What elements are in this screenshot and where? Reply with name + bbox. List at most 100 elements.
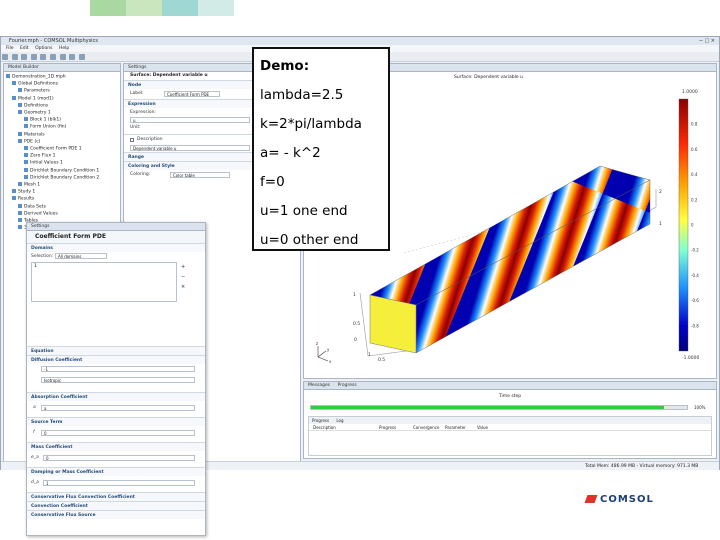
tab-log[interactable]: Log [333, 418, 346, 423]
description-input[interactable]: Dependent variable u [130, 145, 250, 151]
tree-item[interactable]: Block 1 (blk1) [6, 117, 120, 124]
colorbar-max-label: 1.0000 [682, 89, 698, 95]
section-convection[interactable]: Convection Coefficient [27, 501, 205, 510]
column-header: Value [477, 425, 488, 430]
section-absorption[interactable]: Absorption Coefficient [27, 392, 205, 401]
tree-item-label: Study 1 [18, 189, 36, 195]
section-conservative-flux-convection[interactable]: Conservative Flux Convection Coefficient [27, 492, 205, 501]
tree-item[interactable]: Parameters [6, 88, 120, 95]
window-controls-icon[interactable]: − □ × [699, 37, 715, 45]
tree-item[interactable]: Initial Values 1 [6, 160, 120, 167]
tree-item-label: Geometry 1 [24, 110, 51, 116]
tab-progress[interactable]: Progress [338, 383, 357, 388]
colorbar-tick-label: 0.2 [691, 197, 698, 202]
tree-node-icon [12, 95, 16, 100]
tick-label: 0 [354, 337, 357, 343]
tab-messages[interactable]: Messages [308, 383, 330, 388]
expression-input[interactable]: u [130, 117, 250, 123]
tree-item[interactable]: Data Sets [6, 203, 120, 211]
bbox-line [359, 292, 369, 357]
mass-row: e_a 0 [27, 451, 205, 467]
label-input[interactable]: Coefficient Form PDE [164, 91, 220, 97]
tree-node-icon [18, 203, 22, 208]
menu-edit[interactable]: Edit [20, 46, 29, 51]
section-source[interactable]: Source Term [27, 417, 205, 426]
open-file-icon[interactable] [11, 54, 18, 60]
geometry-icon[interactable] [49, 54, 56, 60]
save-icon[interactable] [21, 54, 28, 60]
pde-settings-window: Settings Coefficient Form PDE Domains Se… [26, 222, 206, 536]
new-file-icon[interactable] [2, 54, 8, 60]
remove-selection-icon[interactable]: − [181, 274, 185, 280]
tree-item[interactable]: Dirichlet Boundary Condition 2 [6, 174, 120, 182]
colorbar-ticks: 0.8 0.6 0.4 0.2 0 -0.2 -0.4 -0.6 -0.8 [691, 122, 699, 329]
colorbar-tick-label: -0.4 [691, 273, 699, 278]
tree-item-label: Materials [24, 132, 45, 138]
tree-item[interactable]: Materials [6, 131, 120, 139]
tree-node-icon [12, 189, 16, 194]
section-mass[interactable]: Mass Coefficient [27, 442, 205, 451]
colorbar [678, 98, 689, 352]
tree-node-icon [24, 124, 28, 129]
source-input[interactable]: 0 [41, 430, 195, 436]
domain-list-item[interactable]: 1 [32, 264, 37, 269]
diffusion-type-select[interactable]: Isotropic [41, 377, 195, 383]
tree-item-label: Form Union (fin) [30, 124, 67, 130]
absorption-input[interactable]: a [41, 405, 195, 411]
undo-icon[interactable] [30, 54, 37, 60]
tree-item[interactable]: Study 1 [6, 189, 120, 196]
plot-icon[interactable] [78, 54, 85, 60]
tree-item[interactable]: Dirichlet Boundary Condition 1 [6, 167, 120, 175]
tree-item[interactable]: Zero Flux 1 [6, 153, 120, 160]
demo-line-u-one: u=1 one end [260, 203, 348, 219]
tick-label: 0.5 [353, 321, 360, 327]
mesh-icon[interactable] [59, 54, 66, 60]
section-conservative-flux-source[interactable]: Conservative Flux Source [27, 510, 205, 519]
demo-line-lambda: lambda=2.5 [260, 87, 344, 103]
damping-input[interactable]: 1 [43, 480, 195, 486]
description-checkbox[interactable] [130, 138, 134, 142]
tree-item[interactable]: Geometry 1 [6, 110, 120, 117]
source-row: f 0 [27, 426, 205, 442]
comsol-logo-mark-icon [584, 495, 598, 503]
demo-line-f: f=0 [260, 174, 285, 190]
column-header: Description [313, 425, 336, 430]
section-diffusion[interactable]: Diffusion Coefficient [27, 355, 205, 364]
tree-item[interactable]: Global Definitions [6, 81, 120, 88]
tree-item[interactable]: Derived Values [6, 210, 120, 218]
tree-item[interactable]: Coefficient Form PDE 1 [6, 146, 120, 153]
tree-item[interactable]: Definitions [6, 102, 120, 110]
tree-item[interactable]: Results [6, 196, 120, 203]
tab-progress-table[interactable]: Progress [309, 418, 332, 423]
mass-input[interactable]: 0 [43, 455, 195, 461]
mass-symbol: e_a [31, 455, 39, 460]
section-equation[interactable]: Equation [27, 346, 205, 355]
demo-title: Demo: [260, 58, 310, 74]
tree-item[interactable]: Demonstration_1D.mph [6, 74, 120, 81]
clear-selection-icon[interactable]: × [181, 284, 185, 290]
add-selection-icon[interactable]: + [181, 264, 185, 270]
selection-select[interactable]: All domains [55, 253, 107, 259]
tree-item-label: Parameters [24, 88, 50, 94]
diffusion-input[interactable]: -1 [41, 366, 195, 372]
tree-item-label: Initial Values 1 [30, 160, 63, 166]
menu-help[interactable]: Help [59, 46, 69, 51]
colorbar-tick-label: -0.6 [691, 298, 699, 303]
menu-options[interactable]: Options [35, 46, 52, 51]
tree-item[interactable]: PDE (c) [6, 138, 120, 146]
comsol-logo-text: COMSOL [600, 494, 654, 505]
menu-file[interactable]: File [6, 46, 14, 51]
section-damping[interactable]: Damping or Mass Coefficient [27, 467, 205, 476]
header-banner [0, 0, 720, 36]
diffusion-block: -1 Isotropic [27, 364, 205, 392]
section-domains[interactable]: Domains [27, 243, 205, 252]
coloring-select[interactable]: Color table [170, 172, 230, 178]
tree-node-icon [24, 167, 28, 172]
domain-list[interactable]: 1 [31, 262, 177, 302]
tree-item[interactable]: Model 1 (mod1) [6, 95, 120, 103]
compute-icon[interactable] [69, 54, 76, 60]
tree-node-icon [18, 182, 22, 187]
tree-item[interactable]: Mesh 1 [6, 182, 120, 189]
redo-icon[interactable] [40, 54, 47, 60]
tree-item[interactable]: Form Union (fin) [6, 124, 120, 131]
